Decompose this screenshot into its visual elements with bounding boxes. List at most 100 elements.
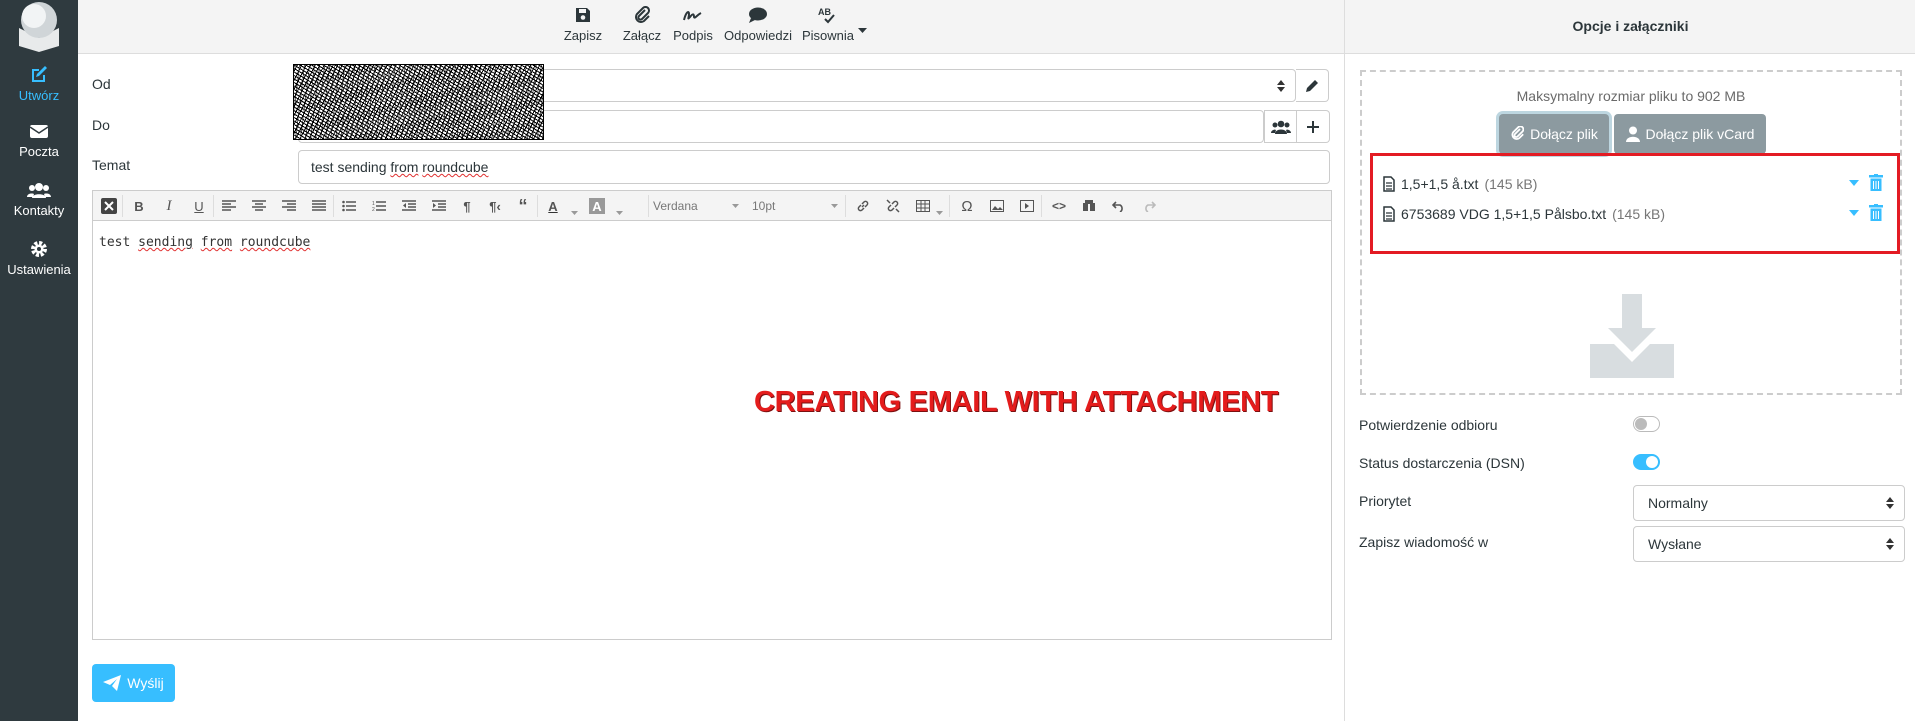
priority-value: Normalny xyxy=(1648,495,1708,511)
nav-settings[interactable]: Ustawienia xyxy=(0,240,78,277)
spell-button[interactable]: AB Pisownia xyxy=(800,6,856,43)
table-icon[interactable] xyxy=(913,196,933,216)
align-right-icon[interactable] xyxy=(279,196,299,216)
align-justify-icon[interactable] xyxy=(309,196,329,216)
subject-input[interactable]: test sending from roundcube xyxy=(298,150,1330,184)
text-color-dropdown-icon[interactable] xyxy=(571,203,578,219)
clear-format-icon[interactable] xyxy=(99,196,119,216)
signature-icon xyxy=(683,11,702,21)
responses-button[interactable]: Odpowiedzi xyxy=(723,6,793,43)
trash-icon[interactable] xyxy=(1869,174,1883,191)
body-text-6: roundcube xyxy=(239,235,311,250)
table-dropdown-icon[interactable] xyxy=(936,203,943,219)
align-center-icon[interactable] xyxy=(249,196,269,216)
spell-dropdown-icon[interactable] xyxy=(858,21,867,37)
panel-title: Opcje i załączniki xyxy=(1345,0,1915,54)
dsn-toggle[interactable] xyxy=(1633,454,1660,470)
subject-text-2: from xyxy=(390,159,419,175)
svg-text:AB: AB xyxy=(818,7,831,17)
updown-arrows-icon xyxy=(1277,80,1285,92)
mail-icon xyxy=(29,125,49,138)
ltr-icon[interactable]: ¶ xyxy=(457,196,477,216)
attach-vcard-label: Dołącz plik vCard xyxy=(1645,126,1755,142)
font-family-select[interactable]: Verdana xyxy=(653,195,743,217)
roundcube-logo[interactable] xyxy=(13,0,65,52)
svg-text:2: 2 xyxy=(372,207,375,212)
user-icon xyxy=(1625,126,1640,142)
subject-text-4: roundcube xyxy=(422,159,489,175)
source-code-icon[interactable]: <> xyxy=(1049,196,1069,216)
redacted-area xyxy=(293,64,544,140)
redo-icon[interactable] xyxy=(1139,196,1159,216)
add-contact-group-button[interactable] xyxy=(1264,110,1297,143)
editor-toolbar: B I U 12 ¶ ¶‹ “ A A Verdana 10pt Ω <> xyxy=(93,191,1331,221)
align-left-icon[interactable] xyxy=(219,196,239,216)
attachment-item[interactable]: 1,5+1,5 å.txt (145 kB) xyxy=(1383,174,1883,194)
attach-file-button[interactable]: Dołącz plik xyxy=(1499,114,1609,154)
body-text-4: from xyxy=(200,235,233,250)
attach-button[interactable]: Załącz xyxy=(619,6,665,43)
editor-content[interactable]: test sending from roundcube xyxy=(99,235,310,250)
underline-icon[interactable]: U xyxy=(189,196,209,216)
numbered-list-icon[interactable]: 12 xyxy=(369,196,389,216)
nav-mail[interactable]: Poczta xyxy=(0,123,78,159)
bold-icon[interactable]: B xyxy=(129,196,149,216)
compose-icon xyxy=(32,66,47,82)
from-label: Od xyxy=(92,76,111,92)
paper-plane-icon xyxy=(103,675,122,691)
rtl-icon[interactable]: ¶‹ xyxy=(485,196,505,216)
nav-contacts-label: Kontakty xyxy=(13,203,65,218)
attachment-name: 6753689 VDG 1,5+1,5 Pålsbo.txt xyxy=(1401,206,1607,222)
font-size-select[interactable]: 10pt xyxy=(752,195,842,217)
comment-icon xyxy=(749,7,767,23)
nav-mail-label: Poczta xyxy=(19,144,59,159)
unlink-icon[interactable] xyxy=(883,196,903,216)
signature-label: Podpis xyxy=(673,28,713,43)
nav-contacts[interactable]: Kontakty xyxy=(0,182,78,218)
bg-color-icon[interactable]: A xyxy=(589,198,605,214)
priority-select[interactable]: Normalny xyxy=(1633,485,1905,521)
attach-vcard-button[interactable]: Dołącz plik vCard xyxy=(1614,114,1766,154)
priority-label: Priorytet xyxy=(1359,493,1412,509)
add-recipient-button[interactable] xyxy=(1297,110,1330,143)
send-button[interactable]: Wyślij xyxy=(92,664,175,702)
users-icon xyxy=(1270,120,1291,134)
caret-down-icon[interactable] xyxy=(1849,179,1859,186)
text-color-icon[interactable]: A xyxy=(543,196,563,216)
trash-icon[interactable] xyxy=(1869,204,1883,221)
link-icon[interactable] xyxy=(853,196,873,216)
nav-settings-label: Ustawienia xyxy=(7,262,71,277)
nav-compose[interactable]: Utwórz xyxy=(0,64,78,103)
attachment-item[interactable]: 6753689 VDG 1,5+1,5 Pålsbo.txt (145 kB) xyxy=(1383,204,1883,224)
max-size-text: Maksymalny rozmiar pliku to 902 MB xyxy=(1516,88,1746,104)
save-icon xyxy=(576,8,590,22)
updown-arrows-icon xyxy=(1886,538,1894,550)
signature-button[interactable]: Podpis xyxy=(671,6,715,43)
edit-identity-button[interactable] xyxy=(1296,69,1329,102)
bg-color-dropdown-icon[interactable] xyxy=(616,203,623,219)
blockquote-icon[interactable]: “ xyxy=(513,196,533,216)
attach-file-label: Dołącz plik xyxy=(1530,126,1598,142)
body-text-5 xyxy=(232,235,240,250)
special-char-icon[interactable]: Ω xyxy=(957,196,977,216)
body-text-2: sending xyxy=(138,235,193,250)
read-receipt-toggle[interactable] xyxy=(1633,416,1660,432)
caret-down-icon[interactable] xyxy=(1849,209,1859,216)
compose-toolbar: Zapisz Załącz Podpis Odpowiedzi AB Pisow… xyxy=(78,0,1344,54)
upload-icon xyxy=(1590,294,1674,381)
indent-icon[interactable] xyxy=(429,196,449,216)
media-icon[interactable] xyxy=(1017,196,1037,216)
save-in-value: Wysłane xyxy=(1648,536,1702,552)
search-replace-icon[interactable] xyxy=(1079,196,1099,216)
image-icon[interactable] xyxy=(987,196,1007,216)
outdent-icon[interactable] xyxy=(399,196,419,216)
body-text-1: test xyxy=(99,235,139,250)
file-text-icon xyxy=(1383,206,1395,222)
save-in-select[interactable]: Wysłane xyxy=(1633,526,1905,562)
paperclip-icon xyxy=(635,6,651,23)
undo-icon[interactable] xyxy=(1109,196,1129,216)
bullet-list-icon[interactable] xyxy=(339,196,359,216)
save-button[interactable]: Zapisz xyxy=(558,6,608,43)
italic-icon[interactable]: I xyxy=(159,196,179,216)
file-text-icon xyxy=(1383,176,1395,192)
